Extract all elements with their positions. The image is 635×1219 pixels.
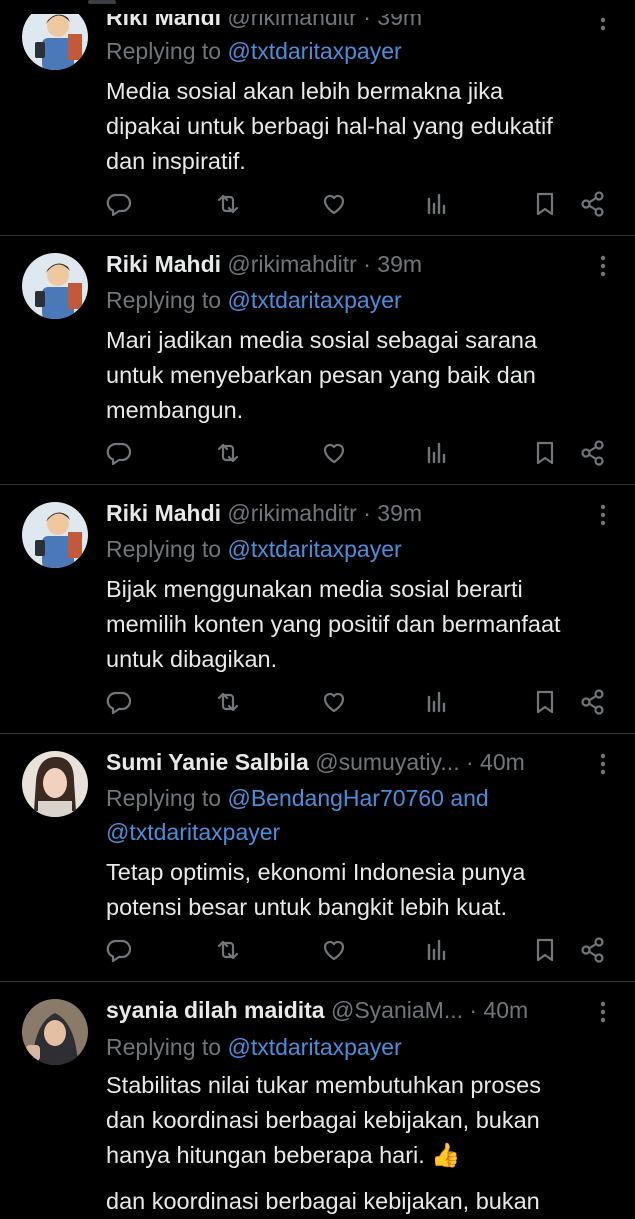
reply-icon[interactable] bbox=[104, 935, 134, 965]
retweet-icon[interactable] bbox=[213, 438, 243, 468]
share-icon[interactable] bbox=[578, 935, 608, 965]
avatar[interactable] bbox=[22, 253, 88, 319]
scroll-indicator bbox=[88, 0, 116, 4]
dot-separator: · bbox=[356, 500, 378, 526]
tweet-text: Tetap optimis, ekonomi Indonesia punya p… bbox=[106, 855, 605, 925]
share-icon[interactable] bbox=[578, 687, 608, 717]
divider bbox=[0, 733, 635, 734]
retweet-icon[interactable] bbox=[213, 687, 243, 717]
tweet-line: dipakai untuk berbagi hal-hal yang eduka… bbox=[106, 113, 553, 139]
replying-to: Replying to @txtdaritaxpayer bbox=[106, 1030, 595, 1064]
tweet-header: Riki Mahdi @rikimahditr · 39m bbox=[106, 249, 577, 279]
bookmark-icon[interactable] bbox=[530, 935, 560, 965]
tweet-line: untuk dibagikan. bbox=[106, 646, 278, 672]
divider bbox=[0, 484, 635, 485]
like-icon[interactable] bbox=[319, 687, 349, 717]
replying-label: Replying to bbox=[106, 536, 228, 562]
tweet-line: Bijak menggunakan media sosial berarti bbox=[106, 576, 523, 602]
retweet-icon[interactable] bbox=[213, 935, 243, 965]
replying-to: Replying to @BendangHar70760 and @txtdar… bbox=[106, 781, 595, 849]
divider bbox=[0, 235, 635, 236]
tweet-text: Mari jadikan media sosial sebagai sarana… bbox=[106, 323, 605, 428]
share-icon[interactable] bbox=[578, 189, 608, 219]
tweet-line: Tetap optimis, ekonomi Indonesia punya bbox=[106, 859, 526, 885]
tweet-text: Media sosial akan lebih bermakna jika di… bbox=[106, 74, 605, 179]
user-handle[interactable]: @SyaniaM... bbox=[331, 997, 463, 1023]
like-icon[interactable] bbox=[319, 438, 349, 468]
avatar[interactable] bbox=[22, 502, 88, 568]
tweet-line: dan koordinasi berbagai kebijakan, bukan bbox=[106, 1107, 540, 1133]
bookmark-icon[interactable] bbox=[530, 687, 560, 717]
reply-icon[interactable] bbox=[104, 687, 134, 717]
tweet-header: syania dilah maidita @SyaniaM... · 40m bbox=[106, 995, 577, 1025]
share-icon[interactable] bbox=[578, 438, 608, 468]
views-icon[interactable] bbox=[422, 438, 452, 468]
display-name[interactable]: syania dilah maidita bbox=[106, 997, 325, 1023]
more-icon[interactable] bbox=[593, 998, 613, 1028]
like-icon[interactable] bbox=[319, 189, 349, 219]
mention-link[interactable]: @txtdaritaxpayer bbox=[227, 38, 401, 64]
replying-label: Replying to bbox=[106, 1034, 228, 1060]
display-name[interactable]: Riki Mahdi bbox=[106, 500, 221, 526]
mention-link[interactable]: @txtdaritaxpayer bbox=[227, 536, 401, 562]
tweet-line: Mari jadikan media sosial sebagai sarana bbox=[106, 327, 538, 353]
replying-label: Replying to bbox=[106, 785, 228, 811]
mention-link[interactable]: @txtdaritaxpayer bbox=[106, 819, 280, 845]
user-handle[interactable]: @rikimahditr bbox=[227, 251, 356, 277]
bookmark-icon[interactable] bbox=[530, 189, 560, 219]
views-icon[interactable] bbox=[422, 935, 452, 965]
more-icon[interactable] bbox=[593, 252, 613, 282]
replying-to: Replying to @txtdaritaxpayer bbox=[106, 283, 595, 317]
tweet-header: Sumi Yanie Salbila @sumuyatiy... · 40m bbox=[106, 747, 577, 777]
like-icon[interactable] bbox=[319, 935, 349, 965]
display-name[interactable]: Riki Mahdi bbox=[106, 251, 221, 277]
timestamp[interactable]: 40m bbox=[483, 997, 528, 1023]
mention-link[interactable]: @txtdaritaxpayer bbox=[227, 1034, 401, 1060]
timestamp[interactable]: 39m bbox=[377, 251, 422, 277]
more-icon[interactable] bbox=[593, 501, 613, 531]
tweet-header: Riki Mahdi @rikimahditr · 39m bbox=[106, 498, 577, 528]
avatar[interactable] bbox=[22, 751, 88, 817]
mention-link[interactable]: @txtdaritaxpayer bbox=[227, 287, 401, 313]
display-name[interactable]: Sumi Yanie Salbila bbox=[106, 749, 309, 775]
reply-icon[interactable] bbox=[104, 438, 134, 468]
dot-separator: · bbox=[463, 997, 484, 1023]
tweet-text: Stabilitas nilai tukar membutuhkan prose… bbox=[106, 1068, 605, 1173]
action-bar bbox=[0, 687, 635, 717]
tweet-line: memilih konten yang positif dan bermanfa… bbox=[106, 611, 561, 637]
action-bar bbox=[0, 189, 635, 219]
tweet-line: Stabilitas nilai tukar membutuhkan prose… bbox=[106, 1072, 541, 1098]
tweet-line: Media sosial akan lebih bermakna jika bbox=[106, 78, 504, 104]
mention-link[interactable]: @BendangHar70760 and bbox=[227, 785, 488, 811]
tweet-line: hanya hitungan beberapa hari. 👍 bbox=[106, 1142, 461, 1168]
bookmark-icon[interactable] bbox=[530, 438, 560, 468]
tweet-line: untuk menyebarkan pesan yang baik dan bbox=[106, 362, 536, 388]
user-handle[interactable]: @sumuyatiy... bbox=[315, 749, 459, 775]
retweet-icon[interactable] bbox=[213, 189, 243, 219]
action-bar bbox=[0, 935, 635, 965]
timestamp[interactable]: 40m bbox=[480, 749, 525, 775]
replying-label: Replying to bbox=[106, 38, 228, 64]
divider bbox=[0, 981, 635, 982]
tweet-line: dan inspiratif. bbox=[106, 148, 246, 174]
user-handle[interactable]: @rikimahditr bbox=[227, 500, 356, 526]
dot-separator: · bbox=[459, 749, 481, 775]
tweet-text: Bijak menggunakan media sosial berarti m… bbox=[106, 572, 605, 677]
replying-label: Replying to bbox=[106, 287, 228, 313]
tweet-line: potensi besar untuk bangkit lebih kuat. bbox=[106, 894, 508, 920]
timestamp[interactable]: 39m bbox=[377, 500, 422, 526]
more-icon[interactable] bbox=[593, 750, 613, 780]
tweet-line: membangun. bbox=[106, 397, 244, 423]
views-icon[interactable] bbox=[422, 687, 452, 717]
action-bar bbox=[0, 438, 635, 468]
tweet-line-cutoff: dan koordinasi berbagai kebijakan, bukan bbox=[106, 1188, 540, 1214]
avatar[interactable] bbox=[22, 999, 88, 1065]
replying-to: Replying to @txtdaritaxpayer bbox=[106, 34, 595, 68]
dot-separator: · bbox=[356, 251, 378, 277]
reply-icon[interactable] bbox=[104, 189, 134, 219]
replying-to: Replying to @txtdaritaxpayer bbox=[106, 532, 595, 566]
views-icon[interactable] bbox=[422, 189, 452, 219]
